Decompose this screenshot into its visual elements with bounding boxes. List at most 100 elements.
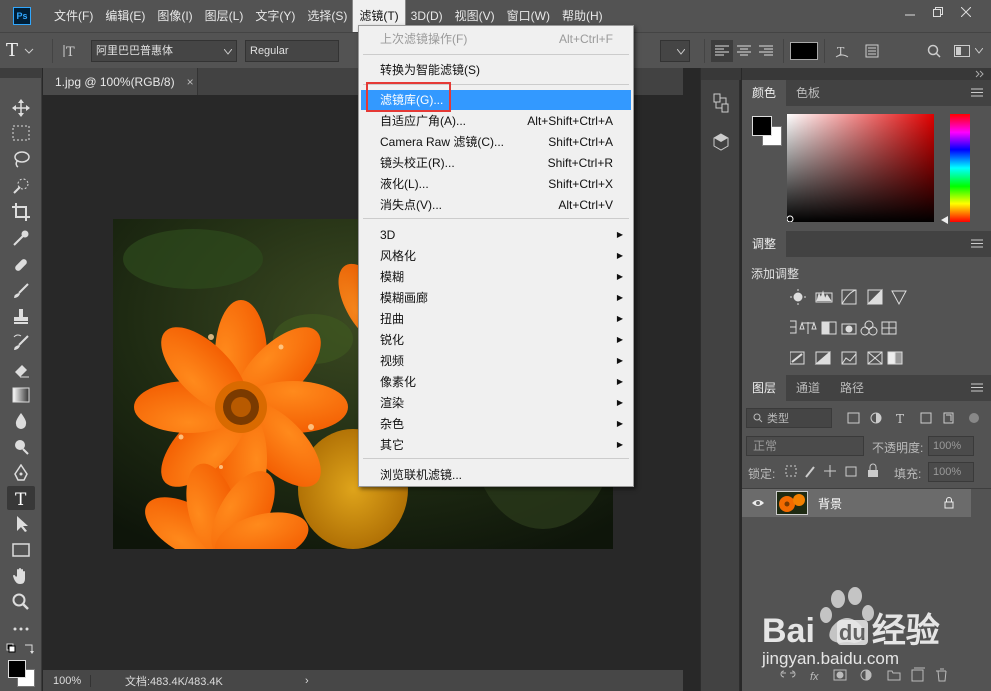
blend-mode-select[interactable]: 正常 xyxy=(746,436,864,456)
history-panel-icon[interactable] xyxy=(711,92,731,114)
color-swatches[interactable] xyxy=(8,660,36,688)
zoom-level[interactable]: 100% xyxy=(43,674,91,687)
dodge-tool-icon[interactable] xyxy=(7,435,35,459)
tab-paths[interactable]: 路径 xyxy=(830,375,874,401)
chevron-down-icon xyxy=(24,48,34,54)
status-menu-arrow[interactable]: › xyxy=(305,675,309,687)
strip-collapse-bar[interactable] xyxy=(701,68,741,80)
character-panel-icon[interactable] xyxy=(861,40,883,62)
swap-colors-icon[interactable] xyxy=(5,642,37,656)
filter-menu-item[interactable]: 转换为智能滤镜(S) xyxy=(361,60,631,80)
filter-menu-item[interactable]: 模糊画廊 ▶ xyxy=(361,288,631,308)
filter-menu-item[interactable]: 3D ▶ xyxy=(361,225,631,245)
menu-select[interactable]: 选择(S) xyxy=(301,0,353,32)
3d-panel-icon[interactable] xyxy=(711,132,731,152)
rectangle-tool-icon[interactable] xyxy=(7,538,35,562)
tab-swatches[interactable]: 色板 xyxy=(786,80,830,106)
more-tools-icon[interactable] xyxy=(7,617,35,641)
panel-menu-icon[interactable] xyxy=(971,381,983,395)
panel-menu-icon[interactable] xyxy=(971,237,983,251)
filter-menu-item[interactable]: 模糊 ▶ xyxy=(361,267,631,287)
align-center-icon[interactable] xyxy=(733,40,755,62)
layer-row[interactable]: 背景 xyxy=(742,489,971,517)
restore-icon[interactable] xyxy=(925,2,951,22)
tab-adjustments[interactable]: 调整 xyxy=(742,231,787,257)
filter-menu-item[interactable]: 液化(L)... Shift+Ctrl+X xyxy=(361,174,631,194)
menu-type[interactable]: 文字(Y) xyxy=(249,0,301,32)
blur-tool-icon[interactable] xyxy=(7,409,35,433)
text-color-swatch[interactable] xyxy=(790,41,818,60)
color-picker-field[interactable] xyxy=(786,114,934,223)
align-right-icon[interactable] xyxy=(755,40,777,62)
close-icon[interactable] xyxy=(953,2,979,22)
opacity-label: 不透明度: xyxy=(872,441,924,455)
filter-menu-item[interactable]: 镜头校正(R)... Shift+Ctrl+R xyxy=(361,153,631,173)
filter-menu-item[interactable]: 扭曲 ▶ xyxy=(361,309,631,329)
align-left-icon[interactable] xyxy=(711,39,733,62)
font-size-field[interactable] xyxy=(660,39,690,62)
menu-edit[interactable]: 编辑(E) xyxy=(99,0,151,32)
filter-menu-item-label: 渲染 xyxy=(380,396,405,410)
hand-tool-icon[interactable] xyxy=(7,564,35,588)
fill-field[interactable]: 100% xyxy=(928,462,974,482)
gradient-tool-icon[interactable] xyxy=(7,383,35,407)
eyedropper-tool-icon[interactable] xyxy=(7,226,35,250)
filter-menu-item[interactable]: 自适应广角(A)... Alt+Shift+Ctrl+A xyxy=(361,111,631,131)
filter-menu-item[interactable]: Camera Raw 滤镜(C)... Shift+Ctrl+A xyxy=(361,132,631,152)
history-brush-tool-icon[interactable] xyxy=(7,331,35,355)
type-tool-preset[interactable]: T xyxy=(6,37,46,65)
filter-menu-item-label: Camera Raw 滤镜(C)... xyxy=(380,135,505,149)
menu-image[interactable]: 图像(I) xyxy=(151,0,198,32)
document-tab[interactable]: 1.jpg @ 100%(RGB/8) × xyxy=(43,68,198,95)
pen-tool-icon[interactable] xyxy=(7,461,35,485)
filter-menu-item[interactable]: 锐化 ▶ xyxy=(361,330,631,350)
eraser-tool-icon[interactable] xyxy=(7,357,35,381)
filter-menu-item[interactable]: 渲染 ▶ xyxy=(361,393,631,413)
foreground-color-swatch[interactable] xyxy=(8,660,26,678)
lasso-tool-icon[interactable] xyxy=(7,147,35,171)
panel-foreground-swatch[interactable] xyxy=(752,116,772,136)
brush-tool-icon[interactable] xyxy=(7,279,35,303)
filter-menu-item[interactable]: 风格化 ▶ xyxy=(361,246,631,266)
filter-menu-item[interactable]: 杂色 ▶ xyxy=(361,414,631,434)
toolbar-grip[interactable] xyxy=(0,68,42,78)
warp-text-icon[interactable]: T xyxy=(831,40,853,62)
tab-layers[interactable]: 图层 xyxy=(742,375,787,401)
font-style-field[interactable]: Regular xyxy=(245,39,339,62)
menu-layer[interactable]: 图层(L) xyxy=(199,0,250,32)
filter-menu-item[interactable]: 消失点(V)... Alt+Ctrl+V xyxy=(361,195,631,215)
panel-menu-icon[interactable] xyxy=(971,86,983,100)
filter-menu-item-label: 杂色 xyxy=(380,417,405,431)
layer-name[interactable]: 背景 xyxy=(818,495,842,512)
quick-select-tool-icon[interactable] xyxy=(7,174,35,198)
search-icon[interactable] xyxy=(923,40,945,62)
path-select-tool-icon[interactable] xyxy=(7,512,35,536)
menu-file[interactable]: 文件(F) xyxy=(48,0,99,32)
text-orientation-icon[interactable]: T xyxy=(59,40,83,62)
crop-tool-icon[interactable] xyxy=(7,200,35,224)
marquee-tool-icon[interactable] xyxy=(7,121,35,145)
workspace-icon[interactable] xyxy=(951,40,973,62)
menu-separator xyxy=(363,218,629,219)
tab-channels[interactable]: 通道 xyxy=(786,375,830,401)
tab-color[interactable]: 颜色 xyxy=(742,80,787,106)
color-panel-swatches[interactable] xyxy=(750,114,786,150)
zoom-tool-icon[interactable] xyxy=(7,590,35,614)
panels-collapse-bar[interactable] xyxy=(742,68,991,80)
clone-stamp-tool-icon[interactable] xyxy=(7,305,35,329)
move-tool-icon[interactable] xyxy=(7,96,35,120)
minimize-icon[interactable] xyxy=(897,2,923,22)
close-tab-icon[interactable]: × xyxy=(187,75,194,89)
opacity-field[interactable]: 100% xyxy=(928,436,974,456)
healing-brush-tool-icon[interactable] xyxy=(7,253,35,277)
filter-menu-item[interactable]: 像素化 ▶ xyxy=(361,372,631,392)
layer-filter-select[interactable]: 类型 xyxy=(746,408,832,428)
filter-menu-item[interactable]: 其它 ▶ xyxy=(361,435,631,455)
font-family-field[interactable]: 阿里巴巴普惠体 xyxy=(91,39,237,62)
visibility-eye-icon[interactable] xyxy=(751,498,765,508)
hue-slider[interactable] xyxy=(950,114,970,222)
type-tool-icon[interactable]: T xyxy=(7,486,35,510)
filter-menu-item[interactable]: 浏览联机滤镜... xyxy=(361,465,631,485)
filter-menu-item-label: 3D xyxy=(380,228,396,242)
filter-menu-item[interactable]: 视频 ▶ xyxy=(361,351,631,371)
